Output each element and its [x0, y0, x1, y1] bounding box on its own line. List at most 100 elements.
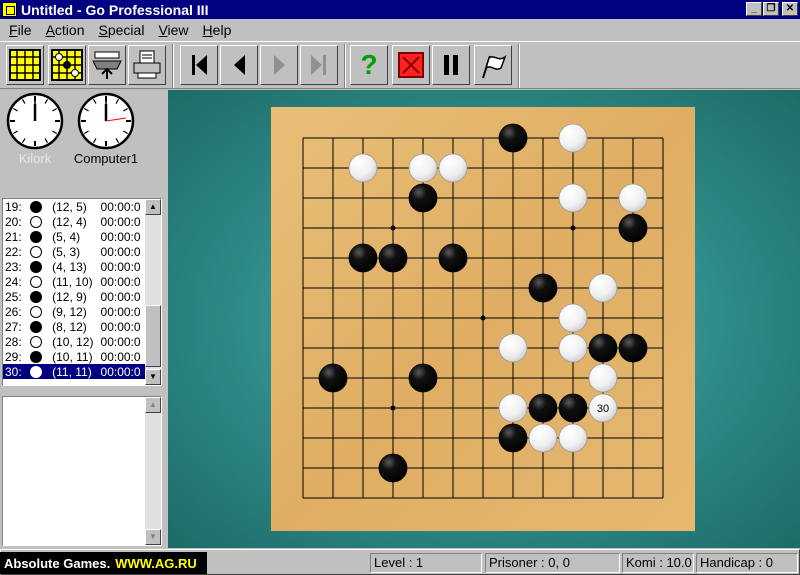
comments-box[interactable]: ▲ ▼ — [2, 396, 162, 546]
black-stone — [498, 423, 528, 453]
comments-scroll-down-button[interactable]: ▼ — [145, 529, 161, 545]
first-move-button[interactable] — [180, 45, 218, 85]
go-board-canvas[interactable]: 30 — [168, 90, 800, 548]
last-move-button[interactable] — [300, 45, 338, 85]
move-coordinate: (11, 11) — [52, 364, 92, 379]
next-move-button[interactable] — [260, 45, 298, 85]
player2-name: Computer1 — [73, 151, 139, 166]
menu-action[interactable]: Action — [39, 22, 92, 38]
move-coordinate: (12, 9) — [52, 289, 87, 304]
move-number: 22: — [5, 244, 22, 259]
white-stone — [558, 333, 588, 363]
resign-button[interactable] — [392, 45, 430, 85]
white-stone — [558, 183, 588, 213]
black-stone — [528, 393, 558, 423]
move-number: 27: — [5, 319, 22, 334]
menu-view[interactable]: View — [151, 22, 195, 38]
handicap-status: Handicap : 0 — [696, 553, 798, 573]
pass-flag-icon — [482, 54, 507, 79]
move-time: 00:00:0 — [100, 289, 141, 304]
menu-special[interactable]: Special — [92, 22, 152, 38]
move-list-item[interactable]: 20: (12, 4) 00:00:0 — [3, 214, 147, 229]
black-stone-icon — [30, 320, 43, 333]
star-point — [390, 405, 396, 411]
player1-clock — [6, 92, 64, 150]
previous-move-icon — [234, 55, 245, 75]
white-stone-icon — [30, 245, 43, 258]
move-list-item[interactable]: 26: (9, 12) 00:00:0 — [3, 304, 147, 319]
move-coordinate: (12, 4) — [52, 214, 87, 229]
move-list-item[interactable]: 24: (11, 10) 00:00:0 — [3, 274, 147, 289]
move-list[interactable]: 19: (12, 5) 00:00:0 20: (12, 4) 00:00:0 21: (5,… — [2, 198, 162, 386]
white-stone-icon — [30, 335, 43, 348]
menu-file[interactable]: File — [2, 22, 39, 38]
move-time: 00:00:0 — [100, 274, 141, 289]
black-stone — [348, 243, 378, 273]
move-list-item[interactable]: 25: (12, 9) 00:00:0 — [3, 289, 147, 304]
pass-button[interactable] — [474, 45, 512, 85]
move-list-item[interactable]: 22: (5, 3) 00:00:0 — [3, 244, 147, 259]
move-coordinate: (8, 12) — [52, 319, 87, 334]
comments-scrollbar[interactable]: ▲ ▼ — [145, 397, 161, 545]
white-stone — [498, 333, 528, 363]
move-list-item[interactable]: 23: (4, 13) 00:00:0 — [3, 259, 147, 274]
black-stone-icon — [30, 260, 43, 273]
print-button[interactable] — [128, 45, 166, 85]
white-stone — [588, 363, 618, 393]
move-time: 00:00:0 — [100, 244, 141, 259]
svg-text:?: ? — [360, 49, 377, 80]
scroll-down-button[interactable]: ▼ — [145, 369, 161, 385]
black-stone-icon — [30, 290, 43, 303]
white-stone — [618, 183, 648, 213]
komi-status: Komi : 10.0 — [622, 553, 694, 573]
black-stone — [528, 273, 558, 303]
pause-button[interactable] — [432, 45, 470, 85]
level-status: Level : 1 — [370, 553, 482, 573]
restore-button[interactable]: ❐ — [763, 2, 779, 16]
previous-move-button[interactable] — [220, 45, 258, 85]
move-list-item[interactable]: 30: (11, 11) 00:00:0 — [3, 364, 147, 379]
move-list-item[interactable]: 21: (5, 4) 00:00:0 — [3, 229, 147, 244]
black-stone — [408, 183, 438, 213]
menu-help[interactable]: Help — [196, 22, 239, 38]
title-bar[interactable]: Untitled - Go Professional III _ ❐ ✕ — [0, 0, 800, 19]
app-icon[interactable] — [2, 2, 17, 17]
scroll-up-button[interactable]: ▲ — [145, 199, 161, 215]
move-time: 00:00:0 — [100, 349, 141, 364]
move-list-item[interactable]: 29: (10, 11) 00:00:0 — [3, 349, 147, 364]
scroll-thumb[interactable] — [145, 305, 161, 367]
comments-scroll-up-button[interactable]: ▲ — [145, 397, 161, 413]
move-time: 00:00:0 — [100, 259, 141, 274]
move-time: 00:00:0 — [100, 229, 141, 244]
last-move-label: 30 — [597, 403, 609, 415]
clocks-area: Kilork Computer1 — [0, 90, 166, 198]
board-setup-button[interactable] — [48, 45, 86, 85]
white-stone — [498, 393, 528, 423]
black-stone-icon — [30, 350, 43, 363]
move-coordinate: (12, 5) — [52, 199, 87, 214]
star-point — [570, 225, 576, 231]
hint-button[interactable]: ? — [350, 45, 388, 85]
move-time: 00:00:0 — [100, 334, 141, 349]
move-list-item[interactable]: 19: (12, 5) 00:00:0 — [3, 199, 147, 214]
move-coordinate: (9, 12) — [52, 304, 87, 319]
white-stone: 30 — [588, 393, 618, 423]
move-list-scrollbar[interactable]: ▲ ▼ — [145, 199, 161, 385]
minimize-button[interactable]: _ — [746, 2, 762, 16]
player1-name: Kilork — [18, 151, 52, 166]
move-coordinate: (4, 13) — [52, 259, 87, 274]
board-setup-icon — [51, 49, 83, 81]
move-list-item[interactable]: 27: (8, 12) 00:00:0 — [3, 319, 147, 334]
move-coordinate: (11, 10) — [52, 274, 93, 289]
load-game-button[interactable] — [88, 45, 126, 85]
resign-icon — [398, 52, 424, 78]
brand-banner: Absolute Games. WWW.AG.RU — [0, 552, 207, 574]
menu-bar: File Action Special View Help — [0, 19, 800, 40]
new-board-icon — [9, 49, 41, 81]
new-board-button[interactable] — [6, 45, 44, 85]
move-list-item[interactable]: 28: (10, 12) 00:00:0 — [3, 334, 147, 349]
white-stone — [558, 303, 588, 333]
close-button[interactable]: ✕ — [782, 2, 798, 16]
black-stone — [438, 243, 468, 273]
white-stone-icon — [30, 215, 43, 228]
